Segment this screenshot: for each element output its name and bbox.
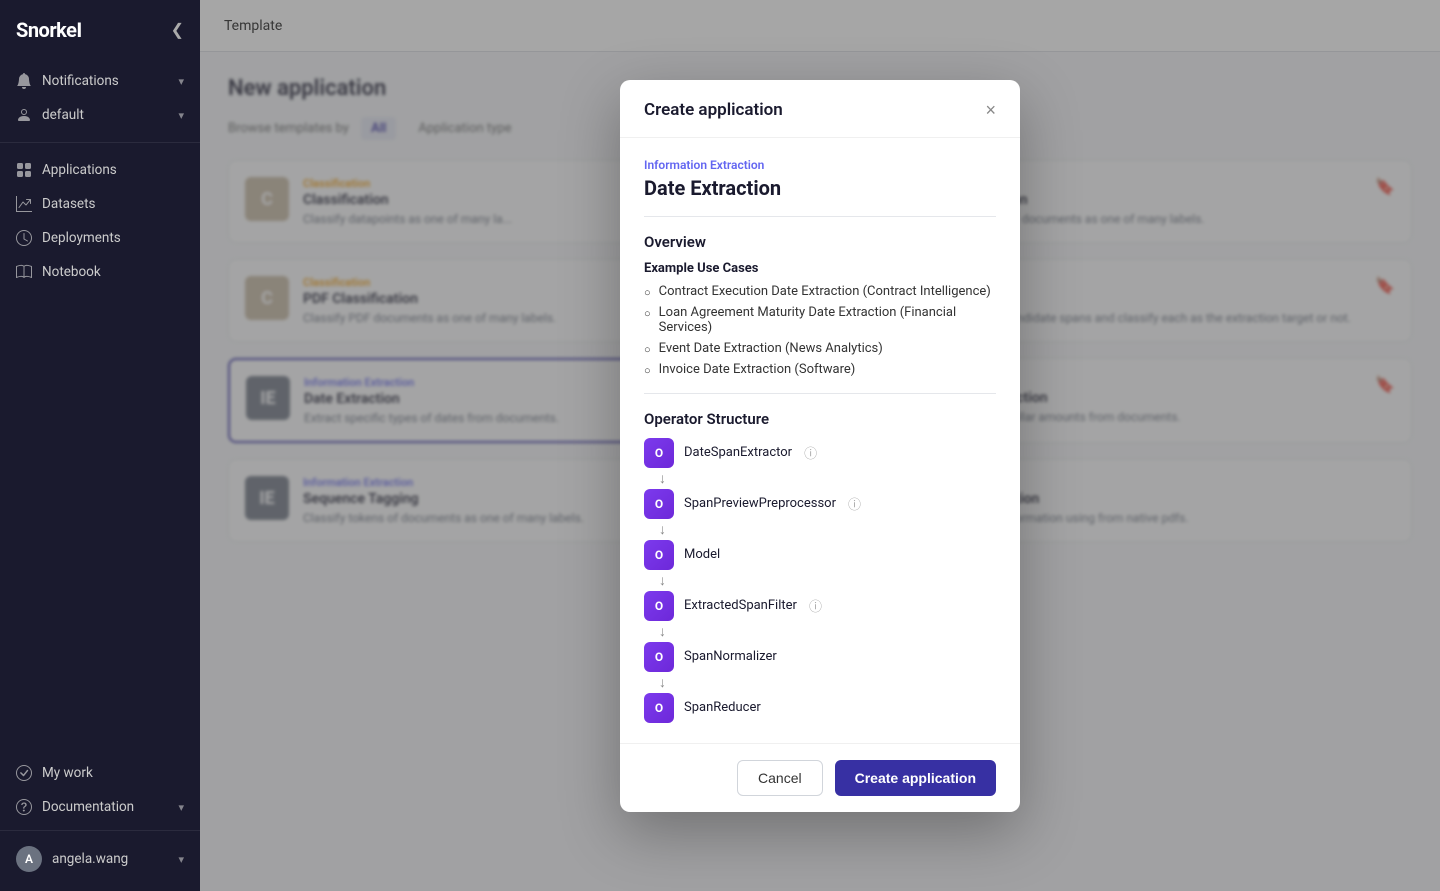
sidebar-item-default[interactable]: default ▾ xyxy=(0,98,200,132)
modal-header: Create application × xyxy=(620,80,1020,138)
question-circle-icon xyxy=(16,799,32,815)
sidebar-item-my-work-label: My work xyxy=(42,765,93,781)
sidebar-item-applications-label: Applications xyxy=(42,162,117,178)
sidebar-item-default-label: default xyxy=(42,107,84,123)
chevron-down-icon: ▾ xyxy=(178,109,184,122)
main-content: Template New application Browse template… xyxy=(200,0,1440,891)
user-circle-icon xyxy=(16,107,32,123)
sidebar-header: SnorkeI ❮ xyxy=(0,0,200,60)
sidebar-item-my-work[interactable]: My work xyxy=(0,756,200,790)
operator-name: SpanReducer xyxy=(684,700,761,715)
sidebar-item-documentation-label: Documentation xyxy=(42,799,134,815)
arrow-down-icon: ↓ xyxy=(644,623,996,640)
operator-item: O DateSpanExtractor ⓘ xyxy=(644,438,996,468)
notebook-icon xyxy=(16,264,32,280)
sidebar-item-deployments[interactable]: Deployments xyxy=(0,221,200,255)
check-circle-icon xyxy=(16,765,32,781)
app-logo: SnorkeI xyxy=(16,18,82,42)
operator-list: O DateSpanExtractor ⓘ ↓ O SpanPreviewPre… xyxy=(644,438,996,723)
operator-badge: O xyxy=(644,591,674,621)
operator-name: DateSpanExtractor xyxy=(684,445,792,460)
sidebar-user-profile[interactable]: A angela.wang ▾ xyxy=(0,837,200,881)
grid-icon xyxy=(16,162,32,178)
list-item: Event Date Extraction (News Analytics) xyxy=(644,341,996,356)
sidebar-divider xyxy=(0,142,200,143)
modal-title: Create application xyxy=(644,100,783,120)
sidebar-item-datasets-label: Datasets xyxy=(42,196,95,212)
sidebar-nav-top: Notifications ▾ default ▾ xyxy=(0,60,200,136)
arrow-down-icon: ↓ xyxy=(644,572,996,589)
operator-item: O SpanPreviewPreprocessor ⓘ xyxy=(644,489,996,519)
info-icon: ⓘ xyxy=(804,443,817,462)
info-icon: ⓘ xyxy=(848,494,861,513)
operator-badge: O xyxy=(644,489,674,519)
arrow-down-icon: ↓ xyxy=(644,674,996,691)
sidebar-item-documentation[interactable]: Documentation ▾ xyxy=(0,790,200,824)
modal-body: Information Extraction Date Extraction O… xyxy=(620,138,1020,743)
operator-badge: O xyxy=(644,438,674,468)
modal-operator-section-title: Operator Structure xyxy=(644,410,996,428)
modal-template-title: Date Extraction xyxy=(644,176,996,200)
sidebar-bottom: My work Documentation ▾ A angela.wang ▾ xyxy=(0,756,200,891)
sidebar-item-deployments-label: Deployments xyxy=(42,230,121,246)
modal-divider-2 xyxy=(644,393,996,394)
info-icon: ⓘ xyxy=(809,596,822,615)
create-application-button[interactable]: Create application xyxy=(835,760,996,796)
operator-name: ExtractedSpanFilter xyxy=(684,598,797,613)
operator-badge: O xyxy=(644,693,674,723)
datasets-icon xyxy=(16,196,32,212)
cancel-button[interactable]: Cancel xyxy=(737,760,823,796)
sidebar-item-notebook-label: Notebook xyxy=(42,264,101,280)
chevron-down-icon: ▾ xyxy=(178,75,184,88)
sidebar-item-datasets[interactable]: Datasets xyxy=(0,187,200,221)
modal-category: Information Extraction xyxy=(644,158,996,172)
modal-close-button[interactable]: × xyxy=(985,100,996,121)
operator-item: O SpanReducer xyxy=(644,693,996,723)
sidebar-user-divider xyxy=(0,830,200,831)
chevron-down-icon: ▾ xyxy=(178,853,184,866)
sidebar-nav-main: Applications Datasets Deployments Notebo… xyxy=(0,149,200,293)
operator-name: SpanPreviewPreprocessor xyxy=(684,496,836,511)
modal-use-cases-list: Contract Execution Date Extraction (Cont… xyxy=(644,284,996,377)
operator-badge: O xyxy=(644,540,674,570)
list-item: Contract Execution Date Extraction (Cont… xyxy=(644,284,996,299)
modal-overlay[interactable]: Create application × Information Extract… xyxy=(200,0,1440,891)
sidebar-collapse-button[interactable]: ❮ xyxy=(171,20,184,40)
operator-name: SpanNormalizer xyxy=(684,649,777,664)
operator-name: Model xyxy=(684,547,720,562)
sidebar-item-notifications-label: Notifications xyxy=(42,73,119,89)
modal-overview-title: Overview xyxy=(644,233,996,251)
chevron-down-icon: ▾ xyxy=(178,801,184,814)
arrow-down-icon: ↓ xyxy=(644,521,996,538)
modal-footer: Cancel Create application xyxy=(620,743,1020,812)
modal-use-cases-title: Example Use Cases xyxy=(644,261,996,276)
sidebar-item-notebook[interactable]: Notebook xyxy=(0,255,200,289)
list-item: Invoice Date Extraction (Software) xyxy=(644,362,996,377)
modal: Create application × Information Extract… xyxy=(620,80,1020,812)
sidebar-item-applications[interactable]: Applications xyxy=(0,153,200,187)
operator-item: O Model xyxy=(644,540,996,570)
operator-badge: O xyxy=(644,642,674,672)
operator-item: O ExtractedSpanFilter ⓘ xyxy=(644,591,996,621)
sidebar-username: angela.wang xyxy=(52,851,128,867)
list-item: Loan Agreement Maturity Date Extraction … xyxy=(644,305,996,335)
sidebar: SnorkeI ❮ Notifications ▾ default ▾ Appl… xyxy=(0,0,200,891)
sidebar-item-notifications[interactable]: Notifications ▾ xyxy=(0,64,200,98)
deployments-icon xyxy=(16,230,32,246)
arrow-down-icon: ↓ xyxy=(644,470,996,487)
bell-icon xyxy=(16,73,32,89)
operator-item: O SpanNormalizer xyxy=(644,642,996,672)
avatar: A xyxy=(16,846,42,872)
modal-divider-1 xyxy=(644,216,996,217)
